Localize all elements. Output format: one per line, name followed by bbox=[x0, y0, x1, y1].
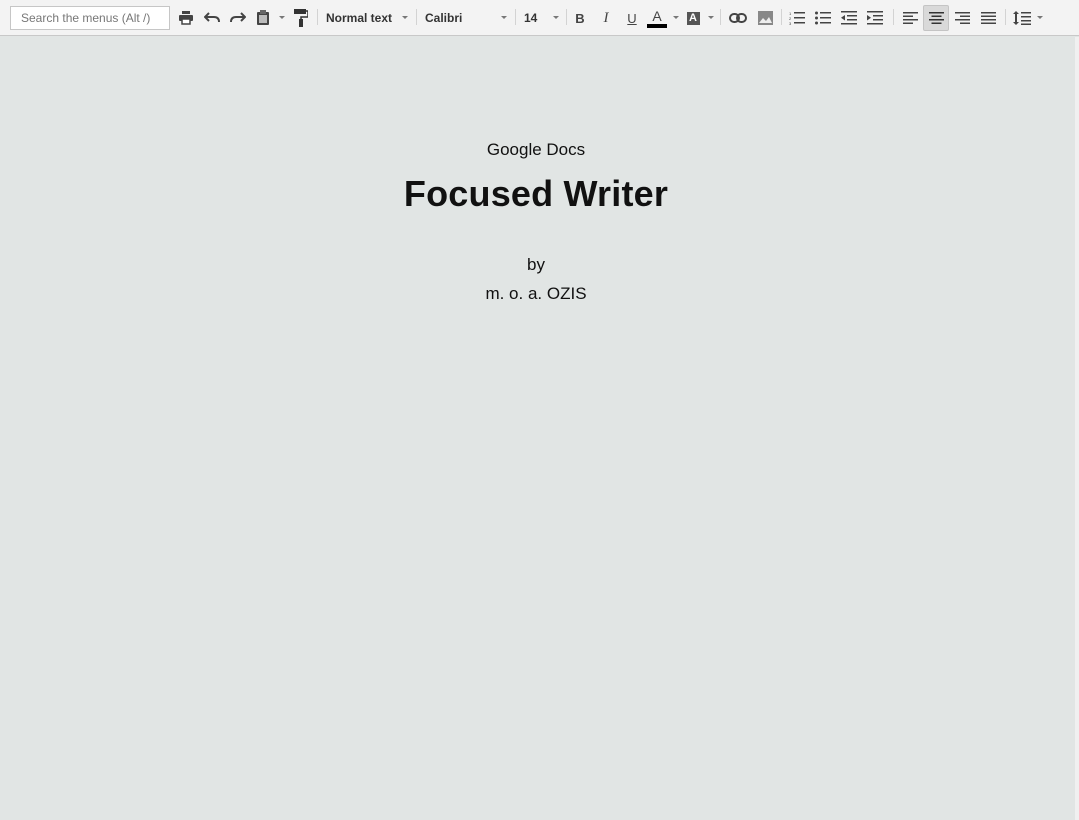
bulleted-list-icon bbox=[815, 11, 831, 25]
font-family-value: Calibri bbox=[425, 11, 463, 25]
justify-button[interactable] bbox=[977, 0, 999, 36]
highlight-chevron-icon[interactable] bbox=[708, 16, 714, 19]
text-color-button[interactable]: A bbox=[646, 0, 668, 36]
decrease-indent-button[interactable] bbox=[839, 0, 859, 36]
clipboard-icon bbox=[257, 10, 269, 25]
chevron-down-icon bbox=[402, 16, 408, 19]
paste-button[interactable] bbox=[253, 0, 273, 36]
font-size-dropdown[interactable]: 14 bbox=[524, 0, 562, 36]
align-center-icon bbox=[928, 12, 944, 24]
font-family-dropdown[interactable]: Calibri bbox=[425, 0, 510, 36]
insert-link-button[interactable] bbox=[727, 0, 749, 36]
align-left-icon bbox=[902, 12, 918, 24]
redo-icon bbox=[230, 12, 246, 23]
document-canvas[interactable]: Google Docs Focused Writer by m. o. a. O… bbox=[0, 37, 1075, 820]
paragraph-style-dropdown[interactable]: Normal text bbox=[326, 0, 411, 36]
numbered-list-button[interactable]: 123 bbox=[787, 0, 807, 36]
decrease-indent-icon bbox=[841, 11, 857, 25]
underline-icon: U bbox=[627, 10, 637, 26]
image-icon bbox=[757, 11, 773, 25]
menu-search-input[interactable] bbox=[10, 6, 170, 30]
link-icon bbox=[729, 13, 747, 23]
italic-button[interactable]: I bbox=[596, 0, 616, 36]
toolbar: Normal text Calibri 14 B I U A A 123 bbox=[0, 0, 1079, 36]
bulleted-list-button[interactable] bbox=[813, 0, 833, 36]
vertical-scrollbar[interactable] bbox=[1075, 37, 1079, 820]
document-subtitle: Google Docs bbox=[486, 140, 586, 159]
svg-text:3: 3 bbox=[789, 21, 792, 25]
document-by-line: by bbox=[527, 255, 545, 274]
align-left-button[interactable] bbox=[899, 0, 921, 36]
chevron-down-icon bbox=[553, 16, 559, 19]
align-right-button[interactable] bbox=[951, 0, 973, 36]
justify-icon bbox=[980, 12, 996, 24]
bold-button[interactable]: B bbox=[570, 0, 590, 36]
text-color-chevron-icon[interactable] bbox=[673, 16, 679, 19]
increase-indent-button[interactable] bbox=[865, 0, 885, 36]
align-center-button[interactable] bbox=[923, 5, 949, 31]
align-right-icon bbox=[954, 12, 970, 24]
undo-icon bbox=[204, 12, 220, 23]
print-button[interactable] bbox=[176, 0, 196, 36]
paste-dropdown-chevron-icon[interactable] bbox=[279, 16, 285, 19]
document-author: m. o. a. OZIS bbox=[485, 284, 587, 303]
line-spacing-chevron-icon[interactable] bbox=[1037, 16, 1043, 19]
line-spacing-button[interactable] bbox=[1011, 0, 1033, 36]
increase-indent-icon bbox=[867, 11, 883, 25]
paint-roller-icon bbox=[294, 9, 308, 27]
document-title: Focused Writer bbox=[403, 173, 669, 214]
bold-icon: B bbox=[575, 10, 585, 26]
line-spacing-icon bbox=[1013, 11, 1031, 25]
redo-button[interactable] bbox=[228, 0, 248, 36]
text-color-icon: A bbox=[652, 7, 662, 24]
print-icon bbox=[179, 11, 193, 25]
paint-format-button[interactable] bbox=[291, 0, 311, 36]
highlight-color-button[interactable]: A bbox=[683, 0, 703, 36]
text-color-swatch bbox=[647, 23, 667, 28]
underline-button[interactable]: U bbox=[622, 0, 642, 36]
font-size-value: 14 bbox=[524, 11, 538, 25]
highlight-icon: A bbox=[686, 11, 700, 25]
italic-icon: I bbox=[603, 9, 609, 26]
undo-button[interactable] bbox=[202, 0, 222, 36]
insert-image-button[interactable] bbox=[755, 0, 775, 36]
numbered-list-icon: 123 bbox=[789, 11, 805, 25]
paragraph-style-value: Normal text bbox=[326, 11, 393, 25]
chevron-down-icon bbox=[501, 16, 507, 19]
